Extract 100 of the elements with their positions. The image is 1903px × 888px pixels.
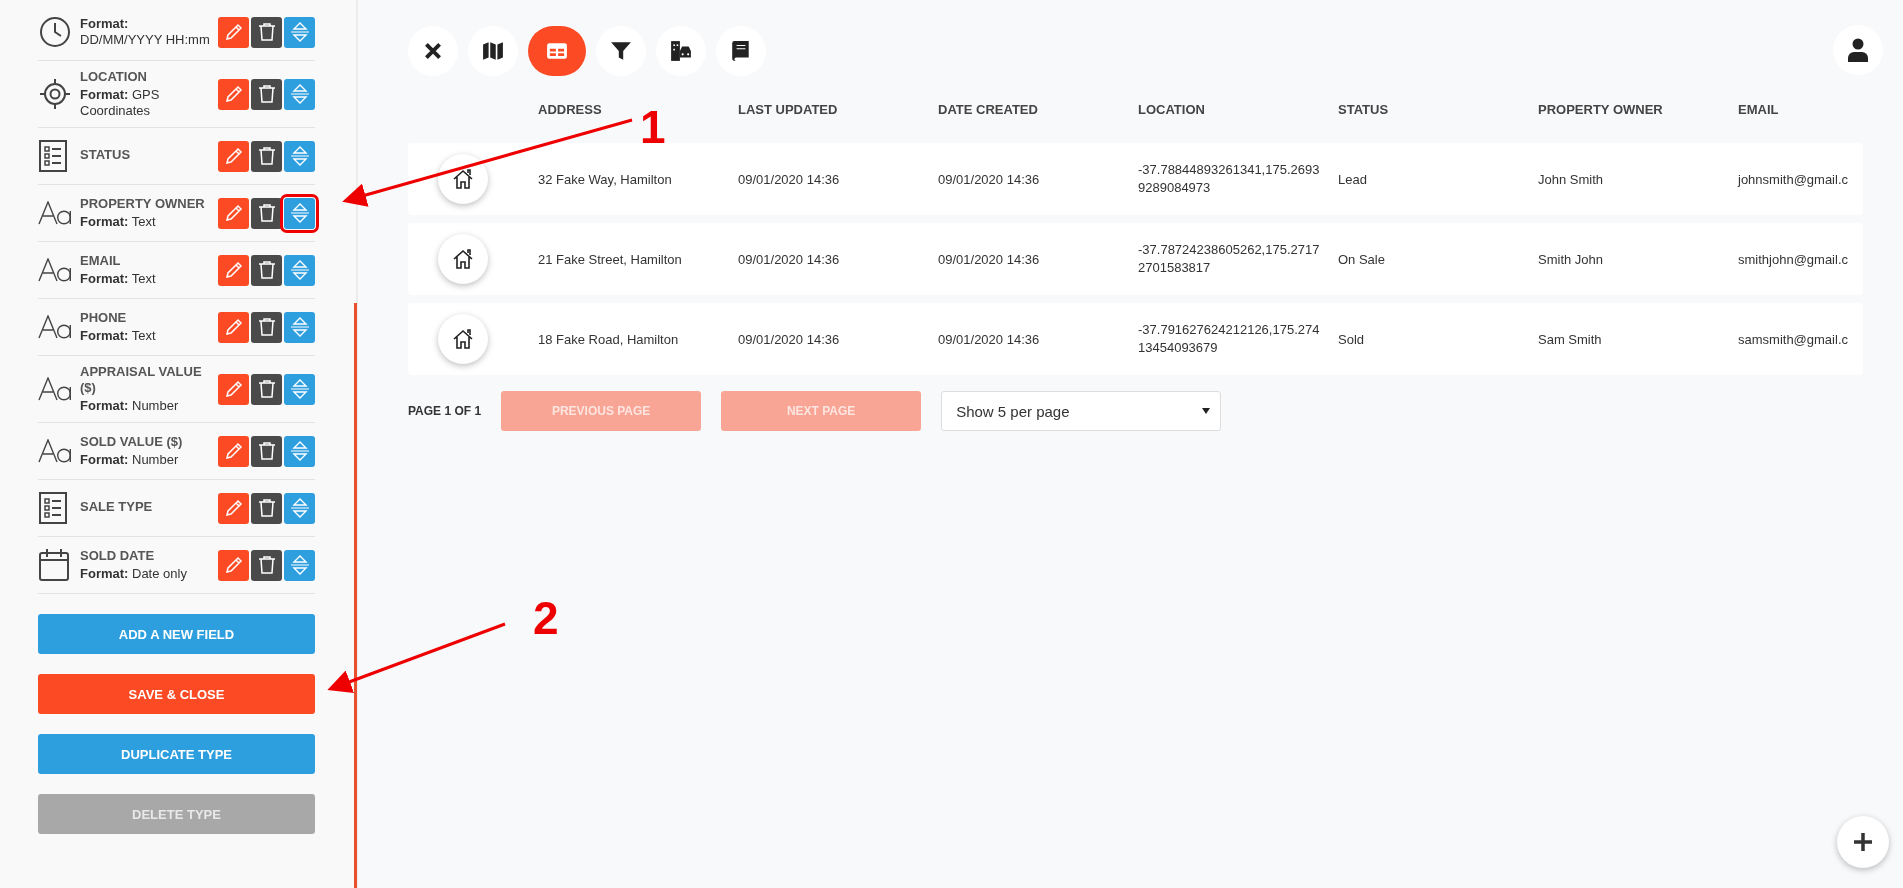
- user-button[interactable]: [1833, 25, 1883, 75]
- up-down-arrows-icon: [290, 439, 309, 463]
- table-cell-text: Smith John: [1538, 251, 1605, 267]
- delete-button[interactable]: [251, 16, 282, 48]
- trash-icon: [257, 441, 276, 461]
- target-icon: [38, 77, 72, 111]
- clock-icon: [38, 15, 72, 49]
- up-down-arrows-icon: [290, 315, 309, 339]
- add-button[interactable]: [1837, 816, 1889, 868]
- field-format: Format: Number: [80, 452, 180, 468]
- up-down-arrows-icon: [290, 553, 309, 577]
- pencil-icon: [223, 203, 244, 223]
- sidebar-button[interactable]: DUPLICATE TYPE: [38, 734, 315, 774]
- toolbar-button[interactable]: [716, 26, 766, 76]
- edit-button[interactable]: [218, 140, 249, 172]
- edit-button[interactable]: [218, 373, 249, 405]
- pencil-icon: [223, 84, 244, 104]
- delete-button[interactable]: [251, 311, 282, 343]
- user-icon: [1847, 38, 1869, 62]
- table-cell-text: -37.78724238605262,175.27172701583817: [1138, 241, 1321, 277]
- table-cell-text: smithjohn@gmail.c: [1738, 251, 1849, 267]
- per-page-select[interactable]: Show 5 per page: [941, 391, 1222, 431]
- column-header: PROPERTY OWNER: [1538, 102, 1664, 117]
- field-name: SOLD DATE: [80, 548, 156, 564]
- column-header: ADDRESS: [538, 102, 603, 117]
- delete-button[interactable]: [251, 197, 282, 229]
- delete-button[interactable]: [251, 254, 282, 286]
- plus-icon: [1853, 832, 1873, 852]
- edit-button[interactable]: [218, 78, 249, 110]
- table-row[interactable]: 32 Fake Way, Hamilton 09/01/2020 14:36 09/01/2020 14:36 -37.78844893261341,175.26939289084973 Lead John Smith johnsmith@gmail.c: [408, 143, 1863, 215]
- trash-icon: [257, 203, 276, 223]
- delete-button[interactable]: [251, 492, 282, 524]
- table-row[interactable]: 21 Fake Street, Hamilton 09/01/2020 14:36 09/01/2020 14:36 -37.78724238605262,175.27172701583817 On Sale Smith John smithjohn@gmail.c: [408, 223, 1863, 295]
- page-indicator: PAGE 1 OF 1: [408, 404, 482, 418]
- field-format: Format: GPS Coordinates: [80, 87, 161, 119]
- up-down-arrows-icon: [290, 144, 309, 168]
- field-name: EMAIL: [80, 253, 122, 269]
- table-cell-text: 09/01/2020 14:36: [938, 331, 1041, 347]
- delete-button[interactable]: [251, 373, 282, 405]
- delete-button[interactable]: [251, 435, 282, 467]
- table-row[interactable]: 18 Fake Road, Hamilton 09/01/2020 14:36 09/01/2020 14:36 -37.791627624212126,175.27413454093679 Sold Sam Smith samsmith@gmail.c: [408, 303, 1863, 375]
- up-down-arrows-icon: [290, 20, 309, 44]
- pencil-icon: [223, 260, 244, 280]
- table-cell-text: John Smith: [1538, 171, 1605, 187]
- table-cell-text: -37.78844893261341,175.26939289084973: [1138, 161, 1321, 197]
- column-header: LAST UPDATED: [738, 102, 839, 117]
- table-cell-text: On Sale: [1338, 251, 1386, 267]
- edit-button[interactable]: [218, 16, 249, 48]
- edit-button[interactable]: [218, 254, 249, 286]
- delete-button[interactable]: [251, 78, 282, 110]
- toolbar-button[interactable]: [596, 26, 646, 76]
- sidebar-button[interactable]: SAVE & CLOSE: [38, 674, 315, 714]
- calendar-icon: [38, 548, 70, 582]
- table-cell-text: 09/01/2020 14:36: [738, 331, 841, 347]
- text-format-icon: [38, 258, 72, 282]
- toolbar-button[interactable]: [656, 26, 706, 76]
- up-down-arrows-icon: [290, 201, 309, 225]
- table-cell-text: 09/01/2020 14:36: [738, 251, 841, 267]
- pencil-icon: [223, 498, 244, 518]
- column-header: EMAIL: [1738, 102, 1780, 117]
- edit-button[interactable]: [218, 311, 249, 343]
- edit-button[interactable]: [218, 492, 249, 524]
- delete-button[interactable]: [251, 549, 282, 581]
- list-icon: [38, 139, 68, 173]
- table-cell-text: Lead: [1338, 171, 1368, 187]
- toolbar-button[interactable]: [408, 26, 458, 76]
- table-cell-text: 18 Fake Road, Hamilton: [538, 331, 680, 347]
- delete-button[interactable]: [251, 140, 282, 172]
- field-format: Format: DD/MM/YYYY HH:mm: [80, 16, 211, 48]
- sidebar-button[interactable]: ADD A NEW FIELD: [38, 614, 315, 654]
- building-car-icon: [670, 40, 692, 62]
- pencil-icon: [223, 555, 244, 575]
- field-name: SALE TYPE: [80, 499, 154, 515]
- edit-button[interactable]: [218, 549, 249, 581]
- trash-icon: [257, 317, 276, 337]
- field-name: STATUS: [80, 147, 132, 163]
- field-name: PHONE: [80, 310, 128, 326]
- edit-button[interactable]: [218, 435, 249, 467]
- text-format-icon: [38, 201, 72, 225]
- book-icon: [730, 40, 752, 62]
- annotation-number: 2: [533, 592, 559, 644]
- up-down-arrows-icon: [290, 377, 309, 401]
- up-down-arrows-icon: [290, 258, 309, 282]
- pencil-icon: [223, 22, 244, 42]
- pencil-icon: [223, 317, 244, 337]
- trash-icon: [257, 260, 276, 280]
- field-name: SOLD VALUE ($): [80, 434, 184, 450]
- table-cell-text: -37.791627624212126,175.27413454093679: [1138, 321, 1321, 357]
- field-name: APPRAISAL VALUE ($): [80, 364, 203, 396]
- field-format: Format: Text: [80, 328, 157, 344]
- text-format-icon: [38, 377, 72, 401]
- field-format: Format: Date only: [80, 566, 188, 582]
- trash-icon: [257, 146, 276, 166]
- up-down-arrows-icon: [290, 82, 309, 106]
- table-cell-text: Sam Smith: [1538, 331, 1603, 347]
- table-cell-text: 09/01/2020 14:36: [938, 251, 1041, 267]
- house-icon: [438, 154, 488, 204]
- list-icon: [38, 491, 68, 525]
- toolbar-button[interactable]: [468, 26, 518, 76]
- edit-button[interactable]: [218, 197, 249, 229]
